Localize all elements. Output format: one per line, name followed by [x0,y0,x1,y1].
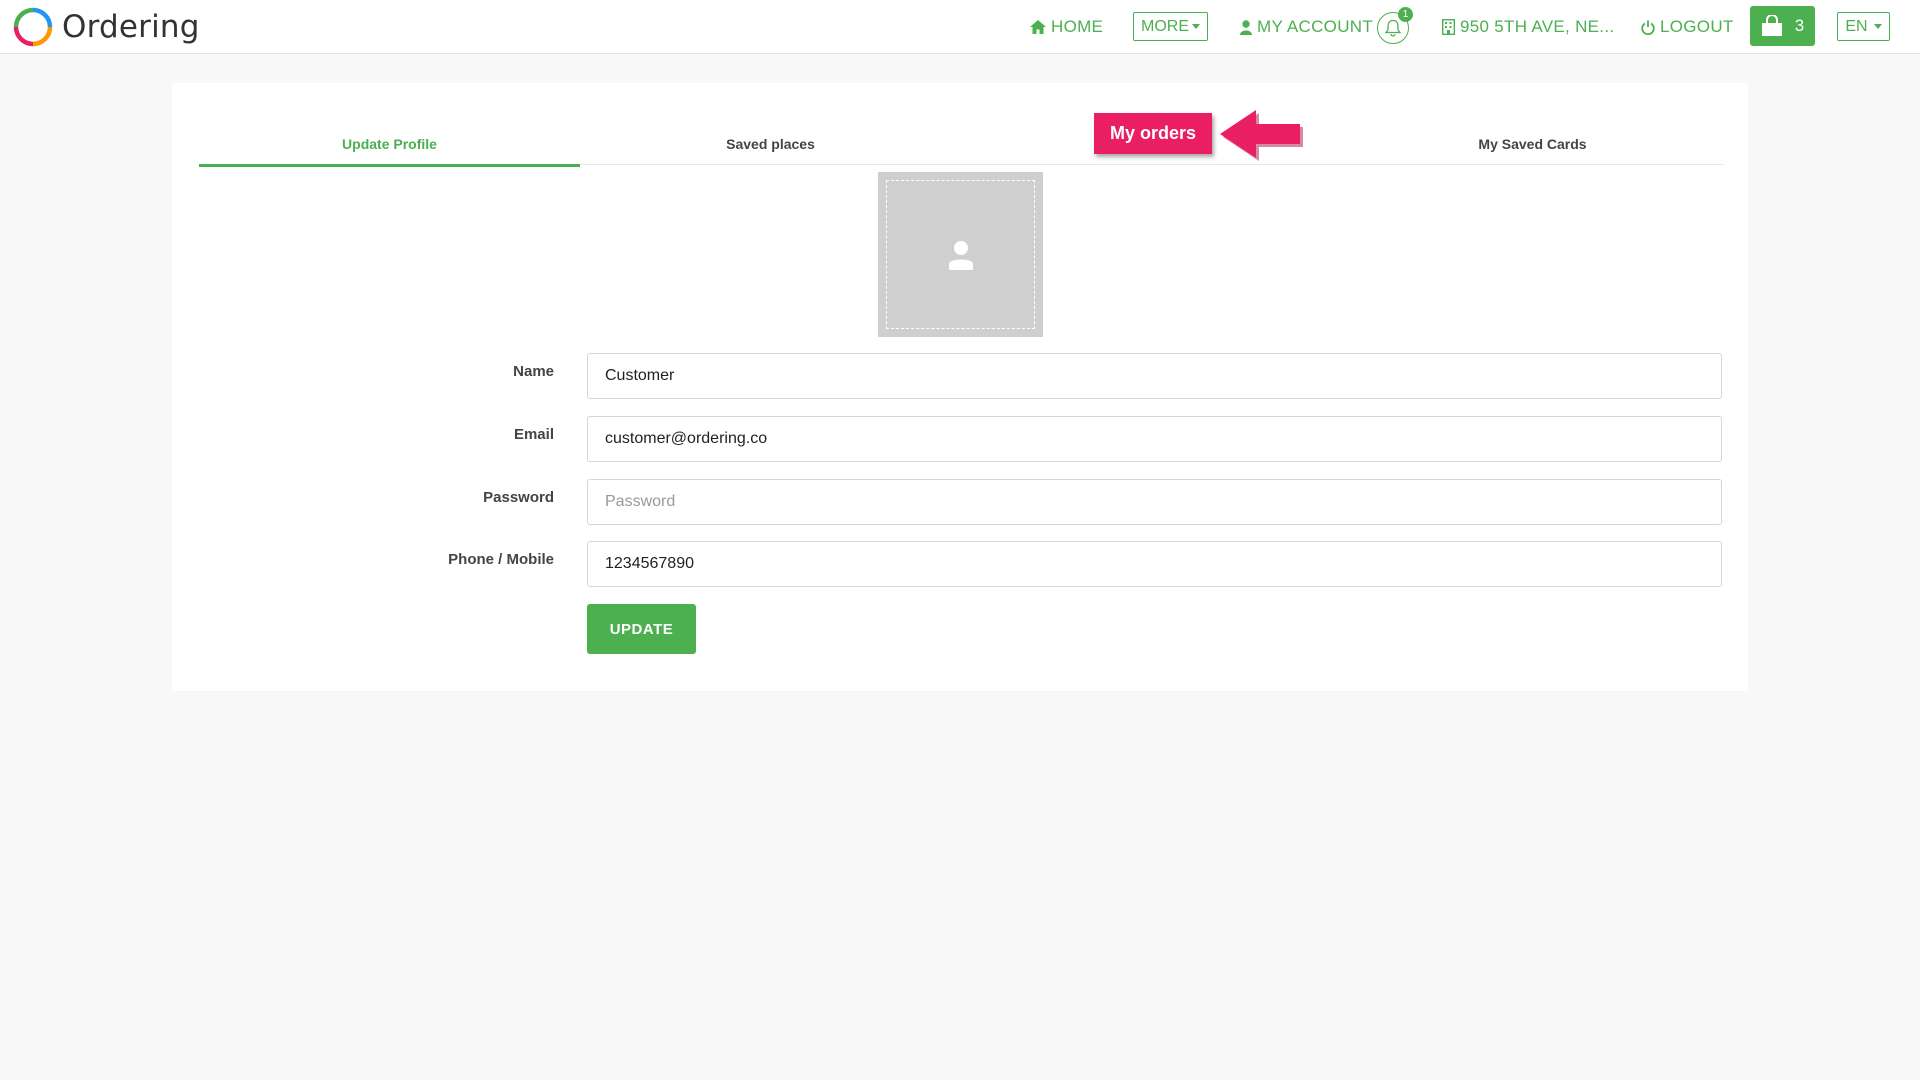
phone-row: Phone / Mobile [172,541,1748,587]
shopping-bag-icon [1761,15,1782,36]
chevron-down-icon [1192,24,1200,29]
brand-name: Ordering [62,9,200,45]
avatar-placeholder-icon [948,240,973,270]
user-icon [1240,19,1252,35]
power-icon [1641,20,1655,35]
language-dropdown-button[interactable]: EN [1837,12,1890,41]
password-input[interactable] [587,479,1722,525]
nav-address-label: 950 5TH AVE, NE... [1460,17,1615,36]
phone-input[interactable] [587,541,1722,587]
email-label: Email [513,426,554,443]
logo-ring-icon [13,7,53,47]
brand-logo[interactable]: Ordering [13,7,200,47]
name-input[interactable] [587,353,1722,399]
bell-icon [1385,19,1401,37]
phone-label: Phone / Mobile [448,551,554,568]
profile-tabs: Update Profile Saved places My Saved Car… [199,123,1723,167]
profile-card: Update Profile Saved places My Saved Car… [172,83,1748,691]
tab-saved-places[interactable]: Saved places [580,123,961,165]
name-row: Name [172,353,1748,399]
cart-count: 3 [1794,16,1805,35]
tab-my-saved-cards[interactable]: My Saved Cards [1342,123,1723,165]
email-row: Email [172,416,1748,462]
more-dropdown-button[interactable]: MORE [1133,12,1208,41]
nav-address-link[interactable]: 950 5TH AVE, NE... [1442,0,1614,54]
email-input[interactable] [587,416,1722,462]
password-row: Password [172,479,1748,525]
nav-logout-link[interactable]: LOGOUT [1641,0,1734,54]
cart-button[interactable]: 3 [1750,6,1815,46]
more-label: MORE [1141,17,1189,35]
arrow-left-icon [1220,110,1303,161]
update-button[interactable]: UPDATE [587,604,696,654]
top-navbar: Ordering HOME MORE MY ACCOUNT 1 950 5TH … [0,0,1920,54]
nav-my-account-link[interactable]: MY ACCOUNT [1240,0,1373,54]
nav-home-link[interactable]: HOME [1030,0,1103,54]
nav-home-label: HOME [1051,17,1104,36]
password-label: Password [483,489,554,506]
chevron-down-icon [1873,24,1882,29]
language-label: EN [1845,17,1868,35]
nav-my-account-label: MY ACCOUNT [1257,17,1374,36]
avatar-upload[interactable] [878,172,1043,337]
building-icon [1442,19,1455,35]
my-orders-annotation[interactable]: My orders [1094,113,1212,154]
avatar-dropzone [886,180,1035,329]
nav-logout-label: LOGOUT [1660,17,1734,36]
notification-count-badge: 1 [1398,7,1413,22]
name-label: Name [513,363,554,380]
tab-update-profile[interactable]: Update Profile [199,123,580,167]
home-icon [1030,20,1046,34]
